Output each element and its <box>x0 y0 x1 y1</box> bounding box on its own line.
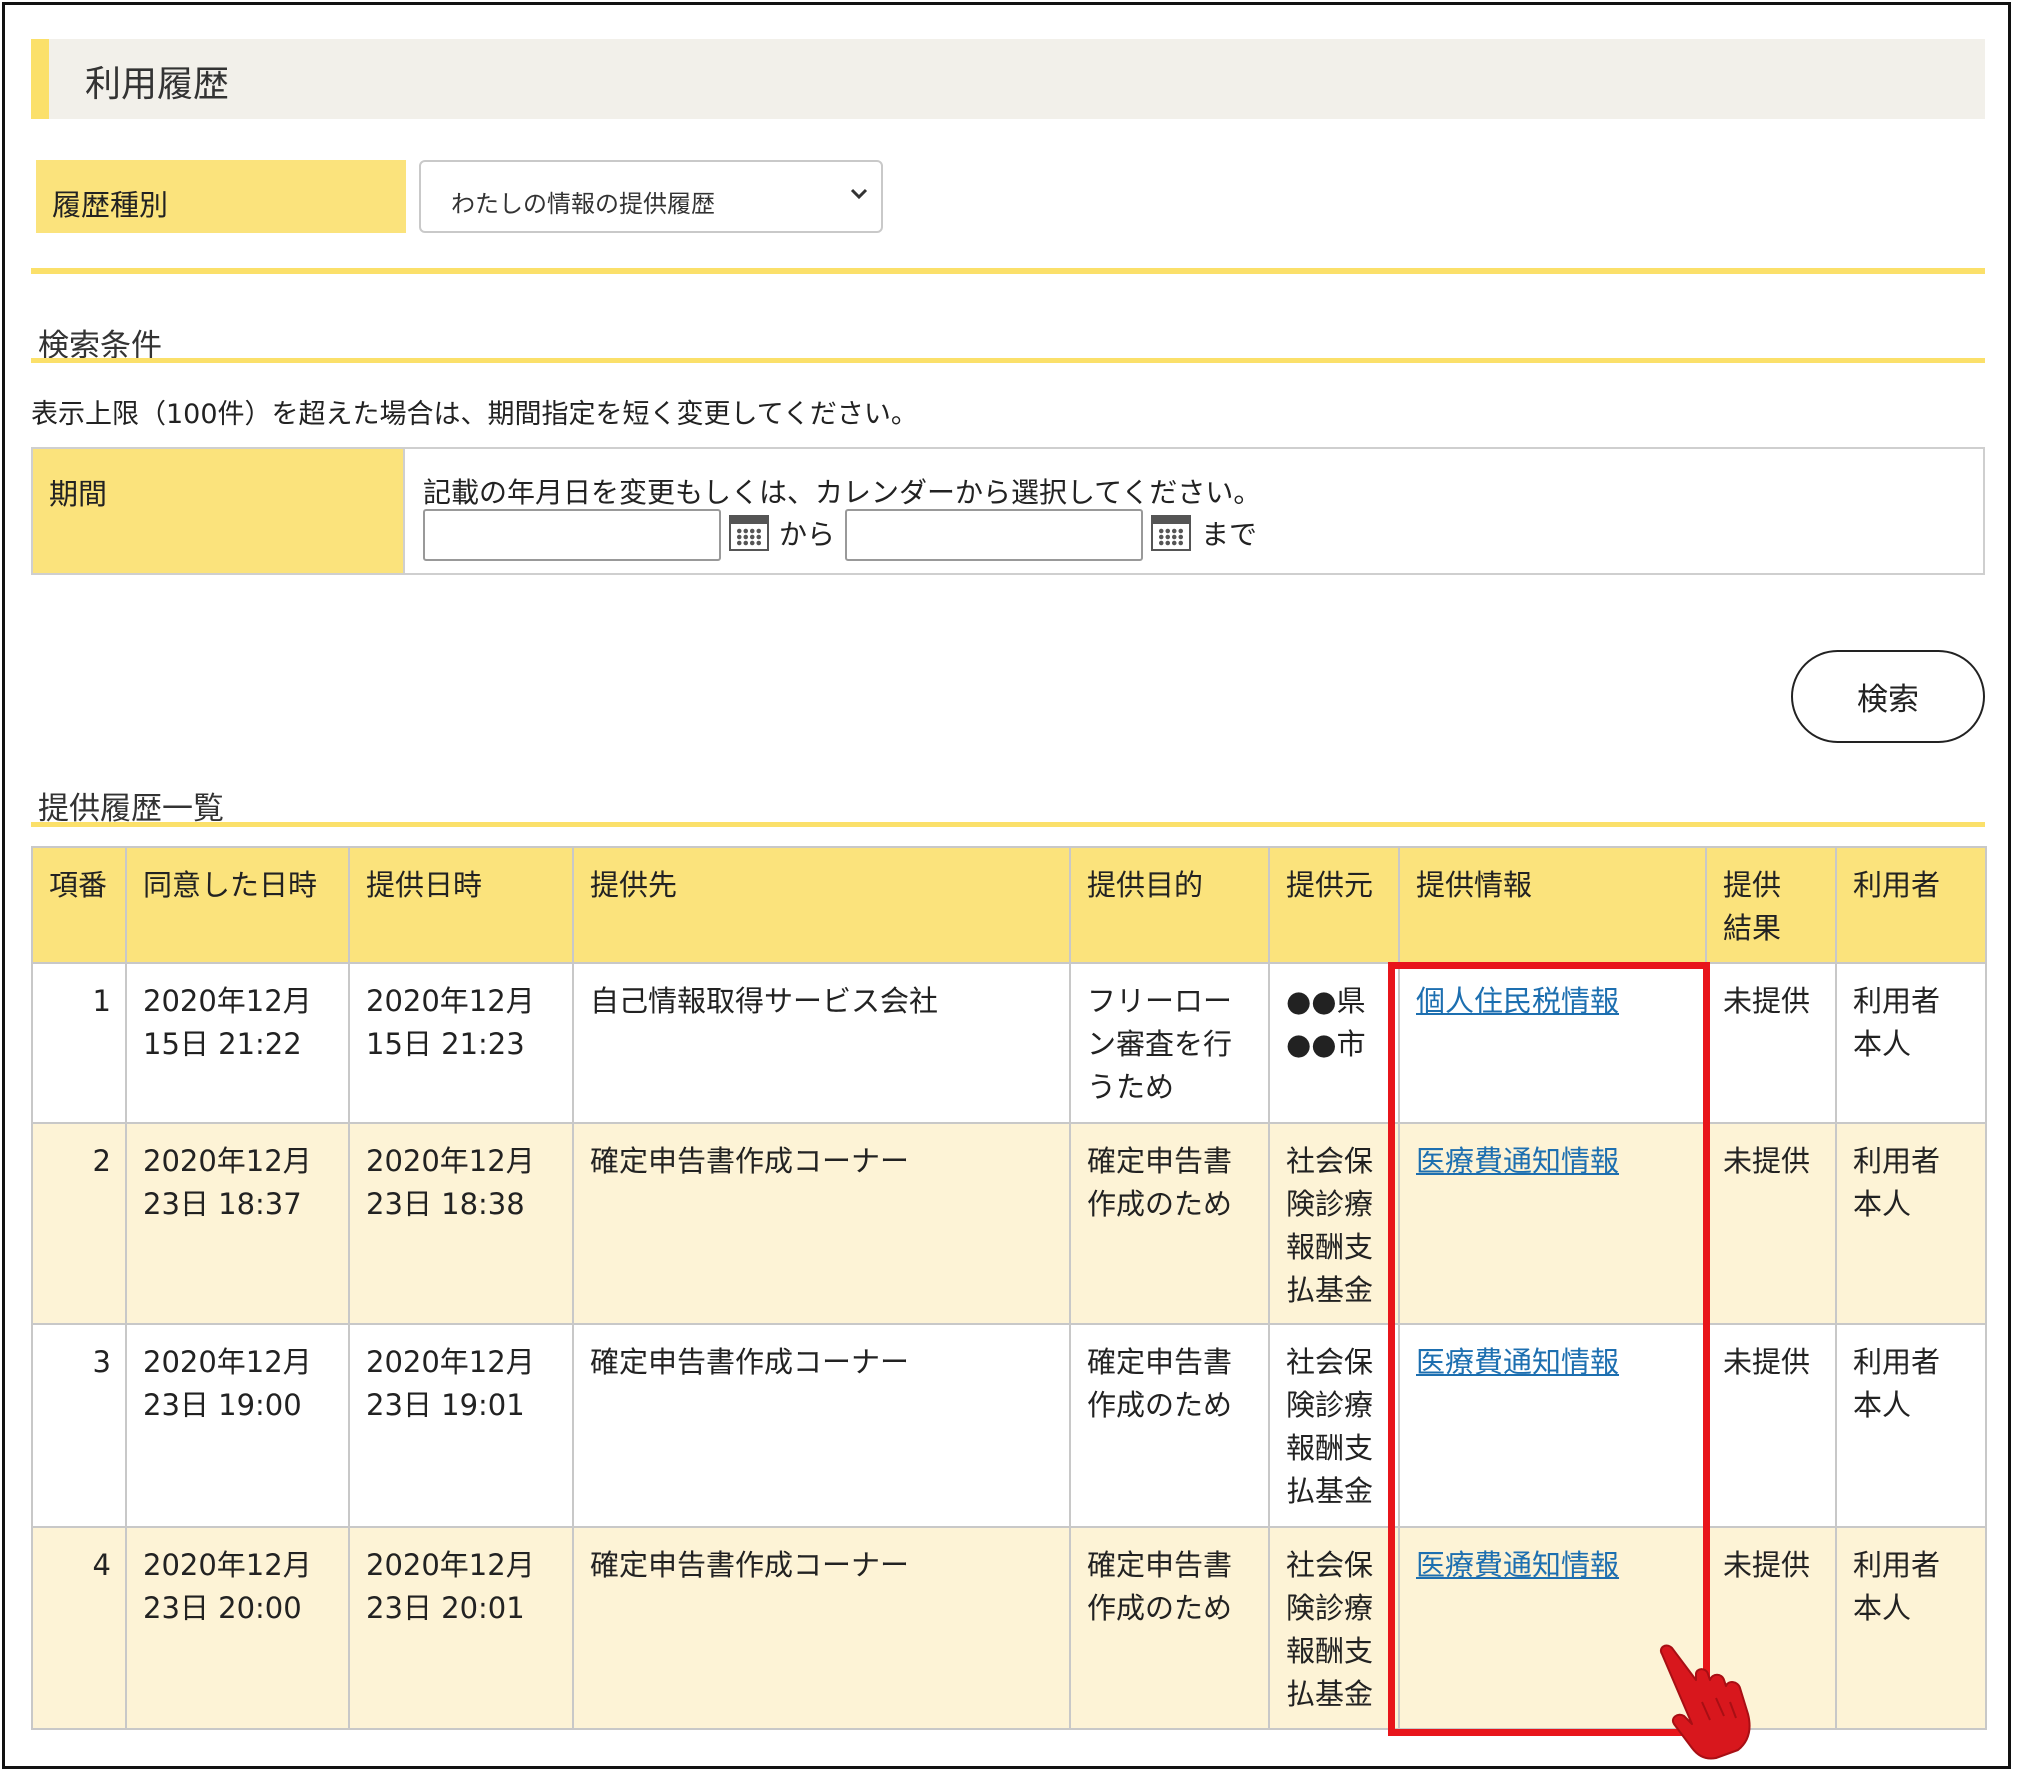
provided-info-link[interactable]: 医療費通知情報 <box>1416 1144 1619 1178</box>
period-from-input[interactable] <box>423 509 721 561</box>
row-info-cell: 医療費通知情報 <box>1398 1122 1707 1325</box>
row-user: 利用者 本人 <box>1835 1122 1987 1325</box>
page-title: 利用履歴 <box>85 64 230 105</box>
row-source: 社会保 険診療 報酬支 払基金 <box>1268 1122 1400 1325</box>
table-row: 1 2020年12月 15日 21:22 2020年12月 15日 21:23 … <box>31 962 1987 1124</box>
history-type-select[interactable]: わたしの情報の提供履歴 <box>419 160 883 233</box>
row-recipient: 確定申告書作成コーナー <box>572 1323 1071 1528</box>
header-no: 項番 <box>31 846 127 964</box>
search-limit-note: 表示上限（100件）を超えた場合は、期間指定を短く変更してください。 <box>31 399 918 430</box>
row-result: 未提供 <box>1705 1323 1837 1528</box>
table-row: 4 2020年12月 23日 20:00 2020年12月 23日 20:01 … <box>31 1526 1987 1730</box>
provision-history-table: 項番 同意した日時 提供日時 提供先 提供目的 提供元 提供情報 提供 結果 利… <box>31 846 1987 1730</box>
table-row: 2 2020年12月 23日 18:37 2020年12月 23日 18:38 … <box>31 1122 1987 1325</box>
row-purpose: 確定申告書 作成のため <box>1069 1323 1270 1528</box>
row-result: 未提供 <box>1705 962 1837 1124</box>
row-provide-datetime: 2020年12月 23日 19:01 <box>348 1323 574 1528</box>
row-consent-datetime: 2020年12月 23日 18:37 <box>125 1122 350 1325</box>
section-underline <box>31 358 1985 363</box>
row-recipient: 確定申告書作成コーナー <box>572 1122 1071 1325</box>
search-button[interactable]: 検索 <box>1791 650 1985 743</box>
period-row: 期間 記載の年月日を変更もしくは、カレンダーから選択してください。 から まで <box>31 447 1985 575</box>
row-purpose: 確定申告書 作成のため <box>1069 1526 1270 1730</box>
row-source: 社会保 険診療 報酬支 払基金 <box>1268 1526 1400 1730</box>
row-no: 2 <box>31 1122 127 1325</box>
row-consent-datetime: 2020年12月 23日 19:00 <box>125 1323 350 1528</box>
row-provide-datetime: 2020年12月 15日 21:23 <box>348 962 574 1124</box>
row-info-cell: 個人住民税情報 <box>1398 962 1707 1124</box>
period-from-word: から <box>779 518 836 551</box>
header-result: 提供 結果 <box>1705 846 1837 964</box>
period-to-word: まで <box>1201 518 1258 551</box>
row-user: 利用者 本人 <box>1835 1323 1987 1528</box>
section-underline <box>31 822 1985 827</box>
period-label: 期間 <box>33 449 405 573</box>
row-user: 利用者 本人 <box>1835 1526 1987 1730</box>
provided-info-link[interactable]: 個人住民税情報 <box>1416 984 1619 1018</box>
row-no: 1 <box>31 962 127 1124</box>
row-consent-datetime: 2020年12月 15日 21:22 <box>125 962 350 1124</box>
provided-info-link[interactable]: 医療費通知情報 <box>1416 1345 1619 1379</box>
header-user: 利用者 <box>1835 846 1987 964</box>
header-recipient: 提供先 <box>572 846 1071 964</box>
calendar-icon[interactable] <box>729 515 769 551</box>
row-recipient: 確定申告書作成コーナー <box>572 1526 1071 1730</box>
row-result: 未提供 <box>1705 1526 1837 1730</box>
header-consent-datetime: 同意した日時 <box>125 846 350 964</box>
row-source: 社会保 険診療 報酬支 払基金 <box>1268 1323 1400 1528</box>
history-type-selected-value: わたしの情報の提供履歴 <box>451 190 715 218</box>
period-to-input[interactable] <box>845 509 1143 561</box>
row-info-cell: 医療費通知情報 <box>1398 1323 1707 1528</box>
table-row: 3 2020年12月 23日 19:00 2020年12月 23日 19:01 … <box>31 1323 1987 1528</box>
row-source: ●●県 ●●市 <box>1268 962 1400 1124</box>
row-no: 4 <box>31 1526 127 1730</box>
row-provide-datetime: 2020年12月 23日 18:38 <box>348 1122 574 1325</box>
header-source: 提供元 <box>1268 846 1400 964</box>
history-type-label-text: 履歴種別 <box>52 188 169 222</box>
row-recipient: 自己情報取得サービス会社 <box>572 962 1071 1124</box>
header-provide-datetime: 提供日時 <box>348 846 574 964</box>
chevron-down-icon <box>847 180 871 215</box>
period-instruction: 記載の年月日を変更もしくは、カレンダーから選択してください。 <box>423 476 1262 509</box>
row-info-cell: 医療費通知情報 <box>1398 1526 1707 1730</box>
calendar-icon[interactable] <box>1151 515 1191 551</box>
divider <box>31 268 1985 274</box>
row-no: 3 <box>31 1323 127 1528</box>
row-consent-datetime: 2020年12月 23日 20:00 <box>125 1526 350 1730</box>
row-result: 未提供 <box>1705 1122 1837 1325</box>
table-header-row: 項番 同意した日時 提供日時 提供先 提供目的 提供元 提供情報 提供 結果 利… <box>31 846 1987 964</box>
header-purpose: 提供目的 <box>1069 846 1270 964</box>
page-header: 利用履歴 <box>31 39 1985 119</box>
row-user: 利用者 本人 <box>1835 962 1987 1124</box>
row-purpose: フリーロー ン審査を行 うため <box>1069 962 1270 1124</box>
provided-info-link[interactable]: 医療費通知情報 <box>1416 1548 1619 1582</box>
period-label-text: 期間 <box>49 477 108 511</box>
history-type-label: 履歴種別 <box>36 160 406 233</box>
row-provide-datetime: 2020年12月 23日 20:01 <box>348 1526 574 1730</box>
header-info: 提供情報 <box>1398 846 1707 964</box>
row-purpose: 確定申告書 作成のため <box>1069 1122 1270 1325</box>
